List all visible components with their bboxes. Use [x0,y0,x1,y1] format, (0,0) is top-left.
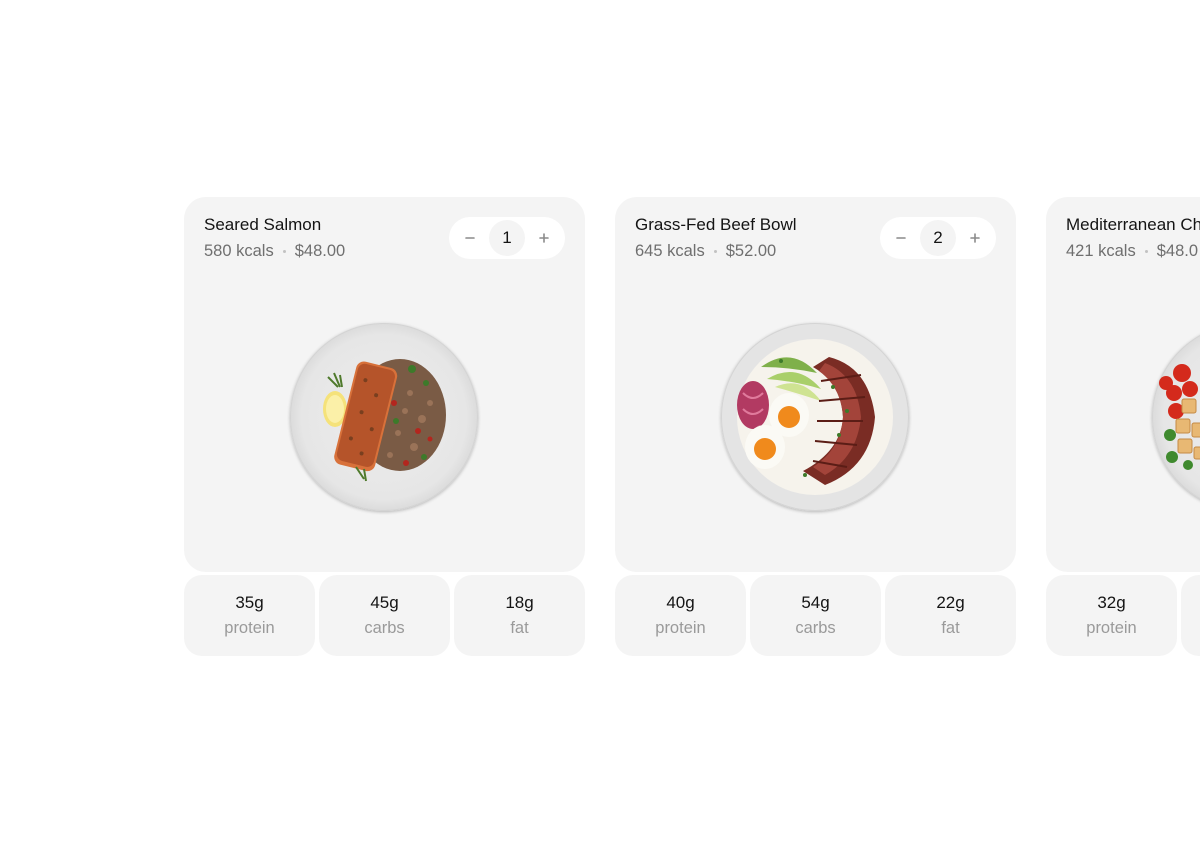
stat-label: fat [941,619,960,637]
meal-title: Mediterranean Ch [1066,215,1200,234]
decrement-button[interactable] [884,221,918,255]
stat-carbs: 45g carbs [319,575,450,656]
stat-protein: 32g protein [1046,575,1177,656]
nutrition-stats: 40g protein 54g carbs 22g fat [615,575,1016,656]
meal-item: Mediterranean Ch 421 kcals $48.0 32g pro… [1046,197,1200,656]
meal-meta: 645 kcals $52.00 [635,242,776,261]
meal-meta: 580 kcals $48.00 [204,242,345,261]
meal-title: Grass-Fed Beef Bowl [635,215,797,234]
stat-value: 35g [235,593,264,612]
meal-item: Grass-Fed Beef Bowl 645 kcals $52.00 2 4… [615,197,1016,656]
increment-button[interactable] [958,221,992,255]
stat-carbs [1181,575,1200,656]
minus-icon [896,237,906,239]
meal-card[interactable]: Grass-Fed Beef Bowl 645 kcals $52.00 2 [615,197,1016,572]
stat-carbs: 54g carbs [750,575,881,656]
stat-label: carbs [364,619,405,637]
meal-kcals: 580 kcals [204,242,274,260]
salmon-quinoa-plate-icon [290,323,478,511]
quantity-stepper: 1 [449,217,565,259]
meal-price: $48.0 [1156,242,1199,260]
separator-dot [713,250,717,253]
meal-kcals: 645 kcals [635,242,705,260]
separator-dot [1144,250,1148,253]
plus-icon [539,233,549,243]
stat-fat: 22g fat [885,575,1016,656]
meal-carousel[interactable]: Seared Salmon 580 kcals $48.00 1 35g pro… [0,0,1200,853]
meal-kcals: 421 kcals [1066,242,1136,260]
stat-value: 18g [505,593,534,612]
plus-icon [970,233,980,243]
quantity-stepper: 2 [880,217,996,259]
stat-label: carbs [795,619,836,637]
nutrition-stats: 35g protein 45g carbs 18g fat [184,575,585,656]
nutrition-stats: 32g protein [1046,575,1200,656]
meal-price: $48.00 [294,242,346,260]
stat-label: fat [510,619,529,637]
stat-value: 54g [801,593,830,612]
decrement-button[interactable] [453,221,487,255]
meal-title: Seared Salmon [204,215,322,234]
stat-protein: 35g protein [184,575,315,656]
meal-item: Seared Salmon 580 kcals $48.00 1 35g pro… [184,197,585,656]
stat-value: 22g [936,593,965,612]
meal-card[interactable]: Mediterranean Ch 421 kcals $48.0 [1046,197,1200,572]
meal-meta: 421 kcals $48.0 [1066,242,1198,261]
stat-value: 45g [370,593,399,612]
increment-button[interactable] [527,221,561,255]
quantity-value: 1 [489,220,525,256]
separator-dot [282,250,286,253]
stat-protein: 40g protein [615,575,746,656]
stat-value: 40g [666,593,695,612]
stat-label: protein [224,619,275,637]
stat-label: protein [1086,619,1137,637]
quantity-value: 2 [920,220,956,256]
minus-icon [465,237,475,239]
stat-value: 32g [1097,593,1126,612]
meal-price: $52.00 [725,242,777,260]
mediterranean-chicken-plate-icon [1152,323,1200,511]
meal-card[interactable]: Seared Salmon 580 kcals $48.00 1 [184,197,585,572]
beef-rice-bowl-icon [721,323,909,511]
stat-label: protein [655,619,706,637]
stat-fat: 18g fat [454,575,585,656]
